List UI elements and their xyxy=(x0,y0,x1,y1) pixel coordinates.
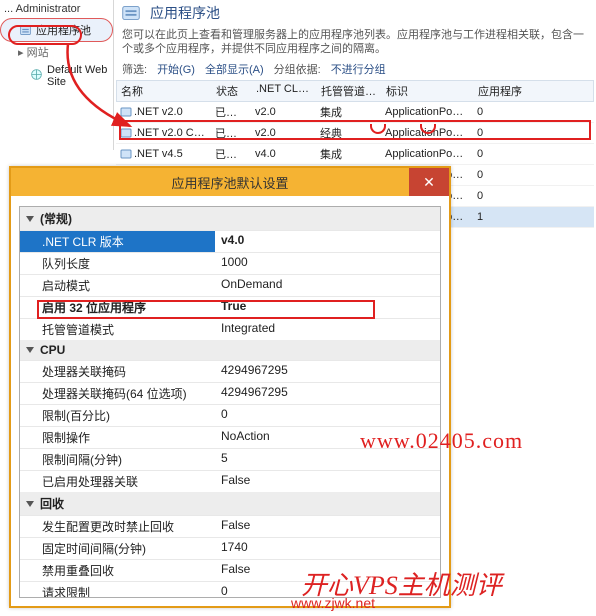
prop-row-mask[interactable]: 处理器关联掩码4294967295 xyxy=(20,360,440,382)
table-row[interactable]: .NET v2.0已启动v2.0集成ApplicationPool...0 xyxy=(116,102,594,123)
prop-key: 托管管道模式 xyxy=(20,319,215,340)
prop-key: 限制操作 xyxy=(20,427,215,448)
prop-value: False xyxy=(215,516,440,537)
group-value[interactable]: 不进行分组 xyxy=(331,61,386,77)
prop-key: 启用 32 位应用程序 xyxy=(20,297,215,318)
cat-label: (常规) xyxy=(40,210,72,227)
property-grid: (常规) .NET CLR 版本v4.0 队列长度1000 启动模式OnDema… xyxy=(20,207,440,598)
prop-row-fixed[interactable]: 固定时间间隔(分钟)1740 xyxy=(20,537,440,559)
tree-node-app-pools[interactable]: 应用程序池 xyxy=(0,18,113,42)
prop-key: 固定时间间隔(分钟) xyxy=(20,538,215,559)
prop-key: 处理器关联掩码(64 位选项) xyxy=(20,383,215,404)
filter-go[interactable]: 开始(G) xyxy=(157,61,195,77)
defaults-dialog: 应用程序池默认设置 ✕ (常规) .NET CLR 版本v4.0 队列长度100… xyxy=(9,166,451,608)
prop-key: 限制间隔(分钟) xyxy=(20,449,215,470)
prop-row-affinity[interactable]: 已启用处理器关联False xyxy=(20,470,440,492)
pool-icon xyxy=(120,148,132,160)
prop-row-disallow[interactable]: 发生配置更改时禁止回收False xyxy=(20,515,440,537)
watermark: www.02405.com xyxy=(360,428,523,454)
prop-value: 1740 xyxy=(215,538,440,559)
content-title: 应用程序池 xyxy=(150,3,220,23)
dialog-body: (常规) .NET CLR 版本v4.0 队列长度1000 启动模式OnDema… xyxy=(19,206,441,598)
tree-node-sites[interactable]: ▸ 网站 xyxy=(0,42,113,62)
grid-header: 名称 状态 .NET CLR ... 托管管道模式 标识 应用程序 xyxy=(116,80,594,102)
col-clr[interactable]: .NET CLR ... xyxy=(252,81,317,101)
table-row[interactable]: .NET v2.0 Clas...已启动v2.0经典ApplicationPoo… xyxy=(116,123,594,144)
col-name[interactable]: 名称 xyxy=(117,81,212,101)
close-icon: ✕ xyxy=(423,174,435,191)
pool-icon xyxy=(120,106,132,118)
col-app[interactable]: 应用程序 xyxy=(474,81,534,101)
content-description: 您可以在此页上查看和管理服务器上的应用程序池列表。应用程序池与工作进程相关联，包… xyxy=(114,26,596,58)
prop-key: 限制(百分比) xyxy=(20,405,215,426)
prop-key: 请求限制 xyxy=(20,582,215,598)
app-pools-header-icon xyxy=(120,2,142,24)
chevron-down-icon xyxy=(26,347,34,353)
tree-leaf-label: Default Web Site xyxy=(47,64,113,88)
dialog-titlebar[interactable]: 应用程序池默认设置 ✕ xyxy=(11,168,449,196)
close-button[interactable]: ✕ xyxy=(409,168,449,196)
tree-view: ... Administrator 应用程序池 ▸ 网站 Default Web… xyxy=(0,0,113,150)
prop-value: 0 xyxy=(215,405,440,426)
prop-value: Integrated xyxy=(215,319,440,340)
category-recycle[interactable]: 回收 xyxy=(20,492,440,515)
prop-value: 4294967295 xyxy=(215,383,440,404)
prop-row-enable32[interactable]: 启用 32 位应用程序True xyxy=(20,296,440,318)
prop-key: .NET CLR 版本 xyxy=(20,231,215,252)
category-cpu[interactable]: CPU xyxy=(20,340,440,360)
prop-value: True xyxy=(215,297,440,318)
prop-key: 队列长度 xyxy=(20,253,215,274)
globe-icon xyxy=(30,68,43,84)
prop-key: 发生配置更改时禁止回收 xyxy=(20,516,215,537)
col-id[interactable]: 标识 xyxy=(382,81,474,101)
prop-key: 启动模式 xyxy=(20,275,215,296)
content-toolbar: 筛选: 开始(G) 全部显示(A) 分组依据: 不进行分组 xyxy=(114,58,596,80)
prop-value: 1000 xyxy=(215,253,440,274)
category-general[interactable]: (常规) xyxy=(20,207,440,230)
app-pool-icon xyxy=(19,24,32,37)
prop-key: 处理器关联掩码 xyxy=(20,361,215,382)
prop-row-clr[interactable]: .NET CLR 版本v4.0 xyxy=(20,230,440,252)
cat-label: 回收 xyxy=(40,495,64,512)
cat-label: CPU xyxy=(40,343,65,357)
watermark: www.zjwk.net xyxy=(291,595,375,611)
tree-node-label: 应用程序池 xyxy=(36,22,91,38)
prop-row-limit[interactable]: 限制(百分比)0 xyxy=(20,404,440,426)
prop-value: v4.0 xyxy=(215,231,440,252)
content-pane: 应用程序池 您可以在此页上查看和管理服务器上的应用程序池列表。应用程序池与工作进… xyxy=(113,0,596,150)
prop-row-mask64[interactable]: 处理器关联掩码(64 位选项)4294967295 xyxy=(20,382,440,404)
iis-panel: ... Administrator 应用程序池 ▸ 网站 Default Web… xyxy=(0,0,596,150)
filter-showall[interactable]: 全部显示(A) xyxy=(205,61,264,77)
prop-row-queue[interactable]: 队列长度1000 xyxy=(20,252,440,274)
chevron-down-icon xyxy=(26,216,34,222)
prop-value: False xyxy=(215,471,440,492)
content-header: 应用程序池 xyxy=(114,0,596,26)
tree-node-default-site[interactable]: Default Web Site xyxy=(0,62,113,90)
tree-root[interactable]: ... Administrator xyxy=(0,0,113,18)
sites-label: ▸ 网站 xyxy=(18,44,49,60)
prop-value: OnDemand xyxy=(215,275,440,296)
pool-icon xyxy=(120,127,132,139)
prop-value: 4294967295 xyxy=(215,361,440,382)
dialog-title: 应用程序池默认设置 xyxy=(171,173,288,192)
col-status[interactable]: 状态 xyxy=(212,81,252,101)
col-mode[interactable]: 托管管道模式 xyxy=(317,81,382,101)
prop-row-start[interactable]: 启动模式OnDemand xyxy=(20,274,440,296)
table-row[interactable]: .NET v4.5已启动v4.0集成ApplicationPool...0 xyxy=(116,144,594,165)
filter-label: 筛选: xyxy=(122,61,147,77)
chevron-down-icon xyxy=(26,501,34,507)
prop-row-pipe[interactable]: 托管管道模式Integrated xyxy=(20,318,440,340)
prop-key: 禁用重叠回收 xyxy=(20,560,215,581)
prop-key: 已启用处理器关联 xyxy=(20,471,215,492)
group-label: 分组依据: xyxy=(274,61,321,77)
